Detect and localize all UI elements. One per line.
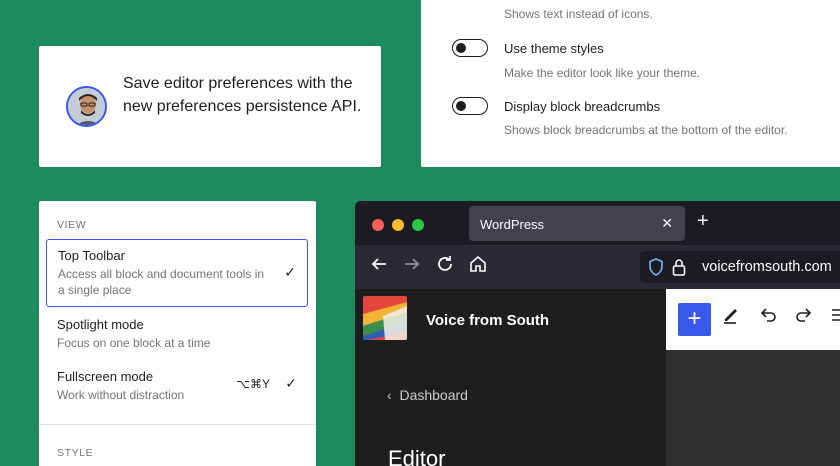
site-name: Voice from South <box>426 312 550 329</box>
shield-icon[interactable] <box>648 258 664 281</box>
editor-toolbar: + <box>666 289 840 350</box>
url-text: voicefromsouth.com <box>702 259 832 275</box>
menu-item-title: Top Toolbar <box>58 248 125 263</box>
theme-styles-label: Use theme styles <box>504 40 604 56</box>
editor-heading: Editor <box>388 446 446 466</box>
announcement-text: Save editor preferences with the new pre… <box>123 75 362 115</box>
wp-sidebar: Voice from South ‹ Dashboard Editor <box>355 289 666 466</box>
check-icon: ✓ <box>285 375 297 391</box>
menu-item-desc: Focus on one block at a time <box>57 336 211 350</box>
new-tab-icon[interactable]: + <box>697 210 709 233</box>
menu-item-fullscreen-mode[interactable]: Fullscreen mode Work without distraction… <box>46 361 308 411</box>
dashboard-label: Dashboard <box>399 387 468 403</box>
tab-title: WordPress <box>480 217 545 232</box>
theme-styles-help: Make the editor look like your theme. <box>504 66 701 80</box>
menu-item-spotlight-mode[interactable]: Spotlight mode Focus on one block at a t… <box>46 309 308 359</box>
keyboard-shortcut: ⌥⌘Y <box>236 377 270 391</box>
view-menu: VIEW Top Toolbar Access all block and do… <box>39 201 316 466</box>
theme-styles-toggle[interactable] <box>452 39 488 57</box>
pencil-icon[interactable] <box>721 305 741 331</box>
forward-arrow-icon[interactable] <box>403 255 421 278</box>
dashboard-link[interactable]: ‹ Dashboard <box>387 387 468 403</box>
menu-item-desc: Access all block and document tools in a… <box>58 267 265 297</box>
editor-canvas[interactable] <box>666 350 840 466</box>
back-arrow-icon[interactable] <box>370 255 388 278</box>
close-window-button[interactable] <box>372 219 384 231</box>
add-block-button[interactable]: + <box>678 303 711 336</box>
chevron-left-icon: ‹ <box>387 387 392 403</box>
url-bar[interactable]: voicefromsouth.com <box>640 251 840 283</box>
block-breadcrumbs-toggle[interactable] <box>452 97 488 115</box>
site-logo[interactable] <box>363 296 407 340</box>
minimize-window-button[interactable] <box>392 219 404 231</box>
browser-titlebar: WordPress ✕ + <box>355 201 840 245</box>
preferences-panel: Shows text instead of icons. Use theme s… <box>421 0 840 167</box>
announcement-card: Save editor preferences with the new pre… <box>39 46 381 167</box>
browser-tab[interactable]: WordPress ✕ <box>469 206 685 241</box>
preference-help-text: Shows text instead of icons. <box>504 7 653 21</box>
browser-window: WordPress ✕ + voicefromsouth.com Voice f… <box>355 201 840 466</box>
block-breadcrumbs-label: Display block breadcrumbs <box>504 98 661 114</box>
theme-styles-row[interactable]: Use theme styles <box>452 38 604 58</box>
list-view-icon[interactable] <box>830 305 840 331</box>
menu-item-title: Spotlight mode <box>57 317 144 332</box>
view-section-title: VIEW <box>57 219 87 231</box>
maximize-window-button[interactable] <box>412 219 424 231</box>
lock-icon <box>672 258 686 281</box>
menu-item-top-toolbar[interactable]: Top Toolbar Access all block and documen… <box>46 239 308 307</box>
plus-icon: + <box>687 305 702 332</box>
divider <box>39 424 316 425</box>
close-icon[interactable]: ✕ <box>661 215 673 232</box>
style-section-title: STYLE <box>57 447 94 459</box>
redo-icon[interactable] <box>794 305 814 331</box>
browser-navbar: voicefromsouth.com <box>355 245 840 289</box>
avatar <box>66 86 107 127</box>
reload-icon[interactable] <box>436 255 454 278</box>
home-icon[interactable] <box>469 255 487 278</box>
check-icon: ✓ <box>284 264 296 280</box>
undo-icon[interactable] <box>758 305 778 331</box>
block-breadcrumbs-row[interactable]: Display block breadcrumbs <box>452 96 660 116</box>
block-breadcrumbs-help: Shows block breadcrumbs at the bottom of… <box>504 123 788 137</box>
